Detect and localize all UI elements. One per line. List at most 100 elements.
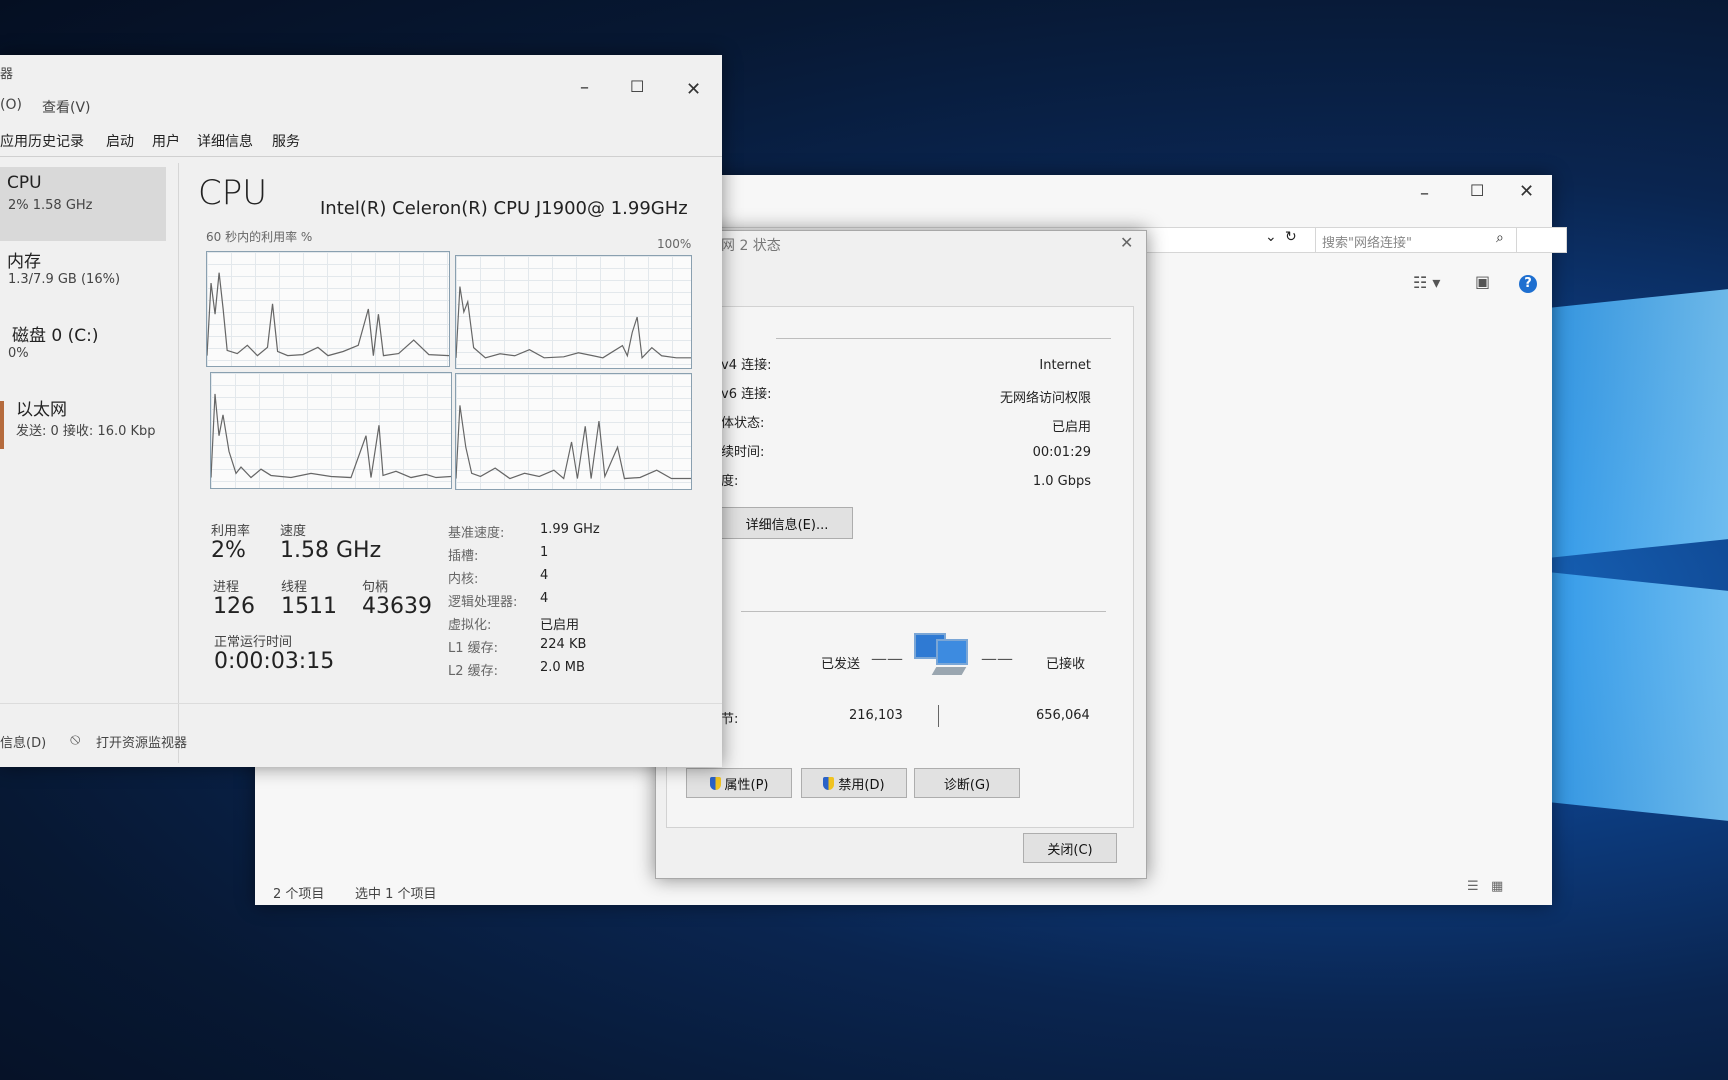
maximize-icon[interactable]: ☐: [1470, 181, 1484, 200]
search-placeholder: 搜索"网络连接": [1322, 236, 1412, 251]
preview-pane-icon[interactable]: ▣: [1475, 272, 1490, 291]
disable-button[interactable]: 禁用(D): [801, 768, 907, 798]
util-value: 2%: [211, 538, 246, 563]
spec-key: 基准速度:: [448, 526, 505, 541]
side-item-detail: 发送: 0 接收: 16.0 Kbp: [16, 424, 156, 439]
cpu-model: Intel(R) Celeron(R) CPU J1900@ 1.99GHz: [320, 198, 688, 219]
graph-max: 100%: [657, 237, 692, 251]
refresh-icon[interactable]: ↻: [1285, 229, 1297, 245]
bytes-separator: [938, 705, 939, 727]
open-resource-monitor-link[interactable]: 打开资源监视器: [96, 732, 187, 751]
help-icon[interactable]: ?: [1519, 275, 1537, 293]
side-item-name[interactable]: 以太网: [16, 395, 67, 420]
threads-label: 线程: [281, 580, 308, 595]
processes-label: 进程: [213, 580, 240, 595]
tab-item[interactable]: 详细信息: [197, 131, 253, 151]
ethernet-accent: [0, 401, 4, 449]
status-row-value: 1.0 Gbps: [1032, 474, 1091, 489]
spec-value: 4: [540, 591, 549, 606]
speed-value: 1.58 GHz: [280, 538, 382, 563]
close-icon[interactable]: ✕: [1519, 181, 1534, 202]
side-item-detail: 2% 1.58 GHz: [8, 198, 93, 213]
status-row-value: Internet: [1039, 358, 1091, 373]
close-icon[interactable]: ✕: [686, 79, 701, 100]
close-button[interactable]: 关闭(C): [1023, 833, 1117, 863]
spec-key: L2 缓存:: [448, 664, 499, 679]
spec-key: 虚拟化:: [448, 618, 492, 633]
side-item-name[interactable]: 磁盘 0 (C:): [12, 321, 99, 346]
window-title: 器: [0, 67, 14, 82]
graph-caption: 60 秒内的利用率 %: [206, 230, 313, 244]
status-row-value: 已启用: [1051, 420, 1091, 435]
uptime-value: 0:00:03:15: [214, 649, 335, 674]
tab-item[interactable]: 服务: [272, 131, 300, 151]
uptime-label: 正常运行时间: [214, 635, 293, 650]
minimize-icon[interactable]: –: [1420, 183, 1429, 204]
connection-divider: [776, 338, 1111, 339]
activity-divider: [741, 611, 1106, 612]
bytes-sent: 216,103: [849, 708, 903, 723]
sent-label: 已发送: [821, 657, 861, 672]
search-input[interactable]: 搜索"网络连接" ⌕: [1315, 227, 1517, 253]
large-icons-view-icon[interactable]: ▦: [1491, 879, 1503, 894]
spec-key: 逻辑处理器:: [448, 595, 518, 610]
status-item-count: 2 个项目: [273, 887, 325, 902]
cpu-heading: CPU: [198, 173, 268, 213]
cpu-core-graph-0: [206, 251, 450, 367]
uac-shield-icon: [709, 776, 721, 790]
fewer-details-link[interactable]: 信息(D): [0, 732, 46, 751]
footer-divider: [0, 703, 722, 704]
spec-value: 1: [540, 545, 549, 560]
spec-value: 1.99 GHz: [540, 522, 600, 537]
minimize-icon[interactable]: –: [580, 77, 589, 98]
resource-monitor-icon: ⦸: [70, 729, 81, 748]
sent-dash: ——: [871, 649, 903, 668]
spec-value: 224 KB: [540, 637, 587, 652]
status-row-label: v4 连接:: [721, 358, 772, 373]
menu-item[interactable]: 查看(V): [42, 97, 91, 117]
details-button[interactable]: 详细信息(E)...: [721, 507, 853, 539]
network-status-dialog: 网 2 状态 ✕ v4 连接: Internet v6 连接: 无网络访问权限 体状态:…: [655, 230, 1147, 879]
received-label: 已接收: [1046, 657, 1086, 672]
status-row-label: 度:: [721, 474, 739, 489]
address-dropdown-icon[interactable]: ⌄: [1265, 229, 1277, 245]
spec-value: 4: [540, 568, 549, 583]
spec-key: L1 缓存:: [448, 641, 499, 656]
spec-key: 插槽:: [448, 549, 479, 564]
bytes-label: 节:: [721, 712, 739, 727]
side-item-detail: 0%: [8, 346, 29, 361]
uac-shield-icon: [823, 776, 835, 790]
status-row-label: 体状态:: [721, 416, 765, 431]
search-icon: ⌕: [1496, 230, 1504, 246]
side-item-name[interactable]: CPU: [7, 173, 42, 193]
handles-value: 43639: [362, 594, 432, 619]
properties-button[interactable]: 属性(P): [686, 768, 792, 798]
dialog-close-icon[interactable]: ✕: [1120, 233, 1133, 252]
status-selected-count: 选中 1 个项目: [355, 887, 437, 902]
spec-key: 内核:: [448, 572, 479, 587]
threads-value: 1511: [281, 594, 337, 619]
menu-item[interactable]: (O): [0, 97, 22, 113]
tab-item[interactable]: 应用历史记录: [0, 131, 84, 151]
status-row-label: 续时间:: [721, 445, 765, 460]
spec-value: 已启用: [540, 618, 580, 633]
network-computers-icon: [914, 633, 968, 679]
task-manager-window: 器 – ☐ ✕ (O) 查看(V) 应用历史记录 启动 用户 详细信息 服务 CPU 2% …: [0, 55, 722, 767]
tab-item[interactable]: 启动: [106, 131, 134, 151]
diagnose-button[interactable]: 诊断(G): [914, 768, 1020, 798]
maximize-icon[interactable]: ☐: [630, 77, 644, 96]
view-options-icon[interactable]: ☷ ▾: [1413, 273, 1440, 292]
recv-dash: ——: [981, 649, 1013, 668]
side-divider: [178, 163, 179, 763]
tabs-underline: [0, 156, 722, 157]
side-item-name[interactable]: 内存: [7, 247, 41, 272]
details-view-icon[interactable]: ☰: [1467, 879, 1479, 894]
bytes-received: 656,064: [1036, 708, 1090, 723]
tab-item[interactable]: 用户: [152, 131, 180, 151]
status-row-value: 00:01:29: [1032, 445, 1091, 460]
cpu-core-graph-1: [455, 255, 692, 369]
status-row-label: v6 连接:: [721, 387, 772, 402]
spec-value: 2.0 MB: [540, 660, 585, 675]
handles-label: 句柄: [362, 580, 389, 595]
speed-label: 速度: [280, 524, 307, 539]
